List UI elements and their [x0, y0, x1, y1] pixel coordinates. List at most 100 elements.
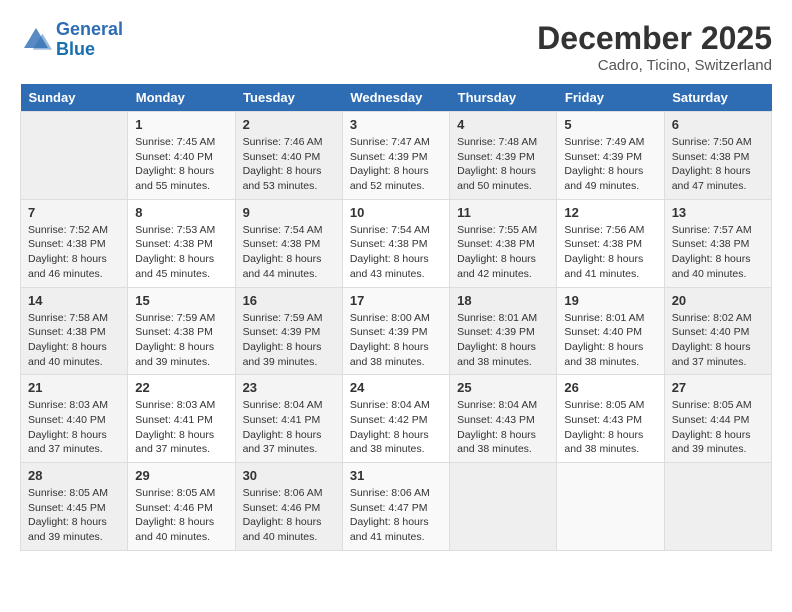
calendar-cell: 3 Sunrise: 7:47 AMSunset: 4:39 PMDaylight… [342, 112, 449, 200]
day-number: 26 [564, 380, 656, 395]
cell-info: Sunrise: 7:57 AMSunset: 4:38 PMDaylight:… [672, 223, 764, 282]
calendar-cell: 12 Sunrise: 7:56 AMSunset: 4:38 PMDayligh… [557, 199, 664, 287]
calendar-cell: 25 Sunrise: 8:04 AMSunset: 4:43 PMDayligh… [450, 375, 557, 463]
week-row-1: 7 Sunrise: 7:52 AMSunset: 4:38 PMDaylight… [21, 199, 772, 287]
cell-info: Sunrise: 8:01 AMSunset: 4:39 PMDaylight:… [457, 311, 549, 370]
calendar-header: SundayMondayTuesdayWednesdayThursdayFrid… [21, 84, 772, 112]
header-day-tuesday: Tuesday [235, 84, 342, 112]
calendar-cell: 23 Sunrise: 8:04 AMSunset: 4:41 PMDayligh… [235, 375, 342, 463]
day-number: 24 [350, 380, 442, 395]
calendar-cell: 13 Sunrise: 7:57 AMSunset: 4:38 PMDayligh… [664, 199, 771, 287]
header-day-saturday: Saturday [664, 84, 771, 112]
calendar-cell: 17 Sunrise: 8:00 AMSunset: 4:39 PMDayligh… [342, 287, 449, 375]
header-day-wednesday: Wednesday [342, 84, 449, 112]
day-number: 30 [243, 468, 335, 483]
cell-info: Sunrise: 7:54 AMSunset: 4:38 PMDaylight:… [243, 223, 335, 282]
calendar-table: SundayMondayTuesdayWednesdayThursdayFrid… [20, 84, 772, 551]
cell-info: Sunrise: 8:04 AMSunset: 4:42 PMDaylight:… [350, 398, 442, 457]
cell-info: Sunrise: 8:01 AMSunset: 4:40 PMDaylight:… [564, 311, 656, 370]
day-number: 2 [243, 117, 335, 132]
calendar-cell: 14Sunrise: 7:58 AMSunset: 4:38 PMDayligh… [21, 287, 128, 375]
day-number: 28 [28, 468, 120, 483]
header-day-monday: Monday [128, 84, 235, 112]
calendar-cell: 16 Sunrise: 7:59 AMSunset: 4:39 PMDayligh… [235, 287, 342, 375]
logo: General Blue [20, 20, 123, 60]
cell-info: Sunrise: 8:05 AMSunset: 4:43 PMDaylight:… [564, 398, 656, 457]
logo-icon [20, 24, 52, 56]
cell-info: Sunrise: 8:03 AMSunset: 4:40 PMDaylight:… [28, 398, 120, 457]
cell-info: Sunrise: 7:59 AMSunset: 4:38 PMDaylight:… [135, 311, 227, 370]
week-row-2: 14Sunrise: 7:58 AMSunset: 4:38 PMDayligh… [21, 287, 772, 375]
cell-info: Sunrise: 7:53 AMSunset: 4:38 PMDaylight:… [135, 223, 227, 282]
calendar-cell: 10 Sunrise: 7:54 AMSunset: 4:38 PMDayligh… [342, 199, 449, 287]
day-number: 25 [457, 380, 549, 395]
cell-info: Sunrise: 8:04 AMSunset: 4:41 PMDaylight:… [243, 398, 335, 457]
cell-info: Sunrise: 8:05 AMSunset: 4:45 PMDaylight:… [28, 486, 120, 545]
cell-info: Sunrise: 7:47 AMSunset: 4:39 PMDaylight:… [350, 135, 442, 194]
calendar-cell: 11Sunrise: 7:55 AMSunset: 4:38 PMDayligh… [450, 199, 557, 287]
day-number: 27 [672, 380, 764, 395]
header-day-friday: Friday [557, 84, 664, 112]
cell-info: Sunrise: 7:54 AMSunset: 4:38 PMDaylight:… [350, 223, 442, 282]
day-number: 11 [457, 205, 549, 220]
calendar-cell: 19Sunrise: 8:01 AMSunset: 4:40 PMDayligh… [557, 287, 664, 375]
day-number: 22 [135, 380, 227, 395]
header-row: SundayMondayTuesdayWednesdayThursdayFrid… [21, 84, 772, 112]
day-number: 3 [350, 117, 442, 132]
cell-info: Sunrise: 7:56 AMSunset: 4:38 PMDaylight:… [564, 223, 656, 282]
main-title: December 2025 [537, 20, 772, 57]
calendar-cell [664, 463, 771, 551]
calendar-cell: 29Sunrise: 8:05 AMSunset: 4:46 PMDayligh… [128, 463, 235, 551]
cell-info: Sunrise: 7:52 AMSunset: 4:38 PMDaylight:… [28, 223, 120, 282]
day-number: 23 [243, 380, 335, 395]
calendar-cell: 6Sunrise: 7:50 AMSunset: 4:38 PMDaylight… [664, 112, 771, 200]
cell-info: Sunrise: 7:48 AMSunset: 4:39 PMDaylight:… [457, 135, 549, 194]
day-number: 10 [350, 205, 442, 220]
day-number: 21 [28, 380, 120, 395]
logo-text: General Blue [56, 20, 123, 60]
day-number: 18 [457, 293, 549, 308]
calendar-cell: 1Sunrise: 7:45 AMSunset: 4:40 PMDaylight… [128, 112, 235, 200]
calendar-cell: 8 Sunrise: 7:53 AMSunset: 4:38 PMDaylight… [128, 199, 235, 287]
calendar-cell: 24 Sunrise: 8:04 AMSunset: 4:42 PMDayligh… [342, 375, 449, 463]
day-number: 5 [564, 117, 656, 132]
day-number: 16 [243, 293, 335, 308]
calendar-cell: 2Sunrise: 7:46 AMSunset: 4:40 PMDaylight… [235, 112, 342, 200]
cell-info: Sunrise: 7:59 AMSunset: 4:39 PMDaylight:… [243, 311, 335, 370]
day-number: 15 [135, 293, 227, 308]
day-number: 12 [564, 205, 656, 220]
cell-info: Sunrise: 8:00 AMSunset: 4:39 PMDaylight:… [350, 311, 442, 370]
cell-info: Sunrise: 8:03 AMSunset: 4:41 PMDaylight:… [135, 398, 227, 457]
calendar-body: 1Sunrise: 7:45 AMSunset: 4:40 PMDaylight… [21, 112, 772, 551]
day-number: 13 [672, 205, 764, 220]
calendar-cell: 31Sunrise: 8:06 AMSunset: 4:47 PMDayligh… [342, 463, 449, 551]
week-row-0: 1Sunrise: 7:45 AMSunset: 4:40 PMDaylight… [21, 112, 772, 200]
calendar-cell: 27Sunrise: 8:05 AMSunset: 4:44 PMDayligh… [664, 375, 771, 463]
day-number: 1 [135, 117, 227, 132]
calendar-cell: 28 Sunrise: 8:05 AMSunset: 4:45 PMDayligh… [21, 463, 128, 551]
week-row-4: 28 Sunrise: 8:05 AMSunset: 4:45 PMDayligh… [21, 463, 772, 551]
calendar-cell: 15 Sunrise: 7:59 AMSunset: 4:38 PMDayligh… [128, 287, 235, 375]
calendar-cell [21, 112, 128, 200]
calendar-cell: 26 Sunrise: 8:05 AMSunset: 4:43 PMDayligh… [557, 375, 664, 463]
header-day-sunday: Sunday [21, 84, 128, 112]
title-block: December 2025 Cadro, Ticino, Switzerland [537, 20, 772, 74]
cell-info: Sunrise: 8:06 AMSunset: 4:46 PMDaylight:… [243, 486, 335, 545]
day-number: 8 [135, 205, 227, 220]
cell-info: Sunrise: 7:49 AMSunset: 4:39 PMDaylight:… [564, 135, 656, 194]
calendar-cell [450, 463, 557, 551]
subtitle: Cadro, Ticino, Switzerland [537, 57, 772, 74]
day-number: 9 [243, 205, 335, 220]
cell-info: Sunrise: 8:04 AMSunset: 4:43 PMDaylight:… [457, 398, 549, 457]
calendar-cell: 21 Sunrise: 8:03 AMSunset: 4:40 PMDayligh… [21, 375, 128, 463]
day-number: 17 [350, 293, 442, 308]
day-number: 7 [28, 205, 120, 220]
cell-info: Sunrise: 8:06 AMSunset: 4:47 PMDaylight:… [350, 486, 442, 545]
calendar-cell: 30 Sunrise: 8:06 AMSunset: 4:46 PMDayligh… [235, 463, 342, 551]
cell-info: Sunrise: 8:02 AMSunset: 4:40 PMDaylight:… [672, 311, 764, 370]
page-header: General Blue December 2025 Cadro, Ticino… [20, 20, 772, 74]
calendar-cell: 9 Sunrise: 7:54 AMSunset: 4:38 PMDaylight… [235, 199, 342, 287]
calendar-cell: 22 Sunrise: 8:03 AMSunset: 4:41 PMDayligh… [128, 375, 235, 463]
calendar-cell: 7 Sunrise: 7:52 AMSunset: 4:38 PMDaylight… [21, 199, 128, 287]
header-day-thursday: Thursday [450, 84, 557, 112]
